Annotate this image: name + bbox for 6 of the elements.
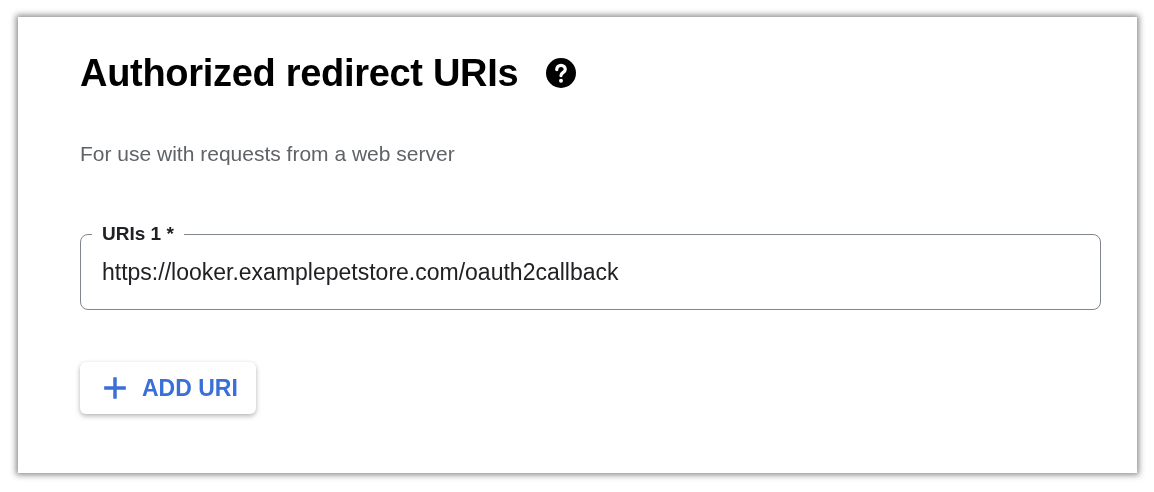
- help-icon[interactable]: [546, 58, 577, 88]
- uri-input-field[interactable]: URIs 1 * https://looker.examplepetstore.com/oauth2callback: [80, 222, 1101, 310]
- add-uri-button[interactable]: ADD URI: [80, 362, 256, 414]
- section-description: For use with requests from a web server: [80, 142, 456, 166]
- plus-icon: [102, 375, 128, 401]
- section-title: Authorized redirect URIs: [80, 53, 519, 93]
